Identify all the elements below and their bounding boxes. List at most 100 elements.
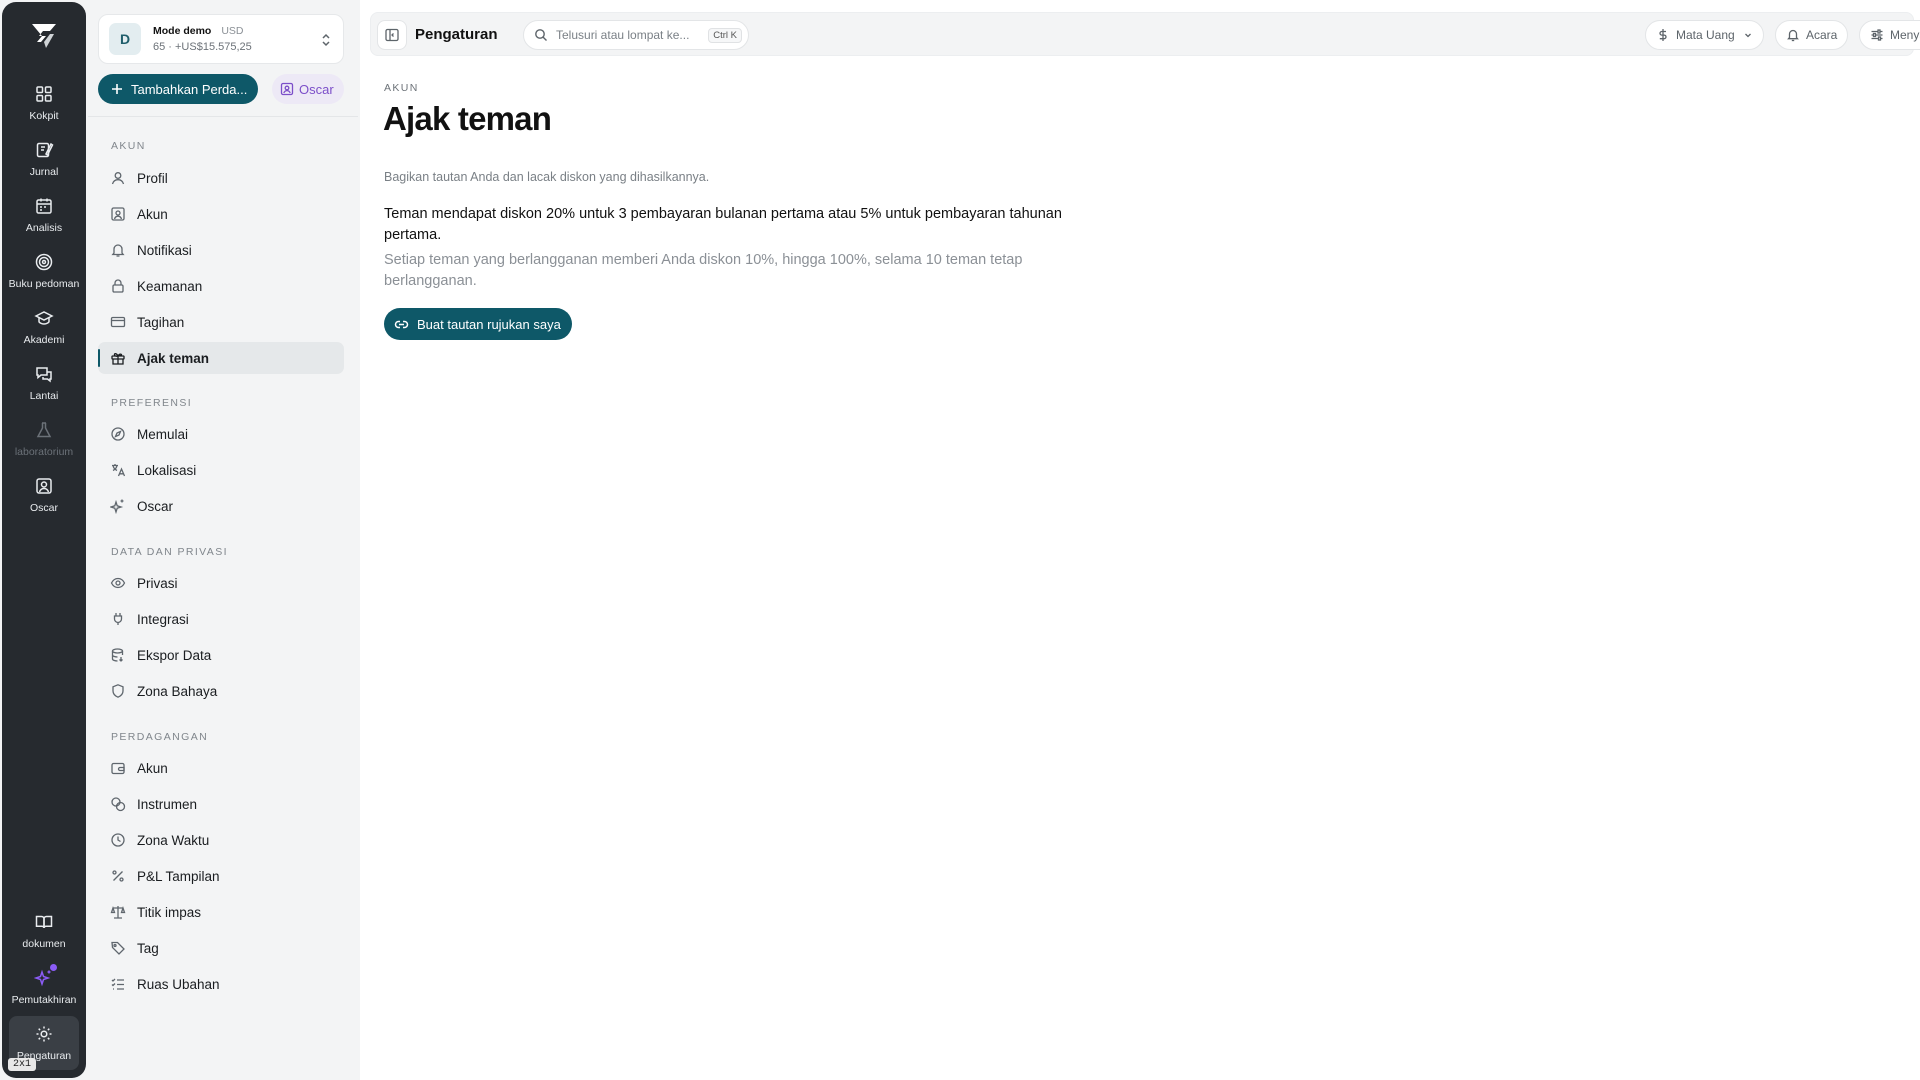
nav-item-akun-perdagangan[interactable]: Akun — [98, 752, 344, 784]
rail-label: Oscar — [29, 502, 58, 514]
search-input[interactable]: Telusuri atau lompat ke... Ctrl K — [523, 20, 749, 50]
calendar-icon — [34, 196, 54, 216]
nav-label: Instrumen — [137, 796, 198, 812]
nav-item-titik-impas[interactable]: Titik impas — [98, 896, 344, 928]
compass-icon — [110, 426, 126, 442]
currency-label: Mata Uang — [1676, 28, 1735, 42]
database-icon — [110, 647, 126, 663]
nav-item-ruas-ubahan[interactable]: Ruas Ubahan — [98, 968, 344, 1000]
user-icon — [110, 170, 126, 186]
create-referral-link-button[interactable]: Buat tautan rujukan saya — [384, 308, 572, 340]
chevron-up-down-icon — [319, 32, 333, 48]
graduation-cap-icon — [34, 308, 54, 328]
rail-item-laboratorium[interactable]: laboratorium — [2, 418, 86, 470]
divider — [88, 116, 358, 117]
avatar: D — [109, 23, 141, 55]
account-summary: 65 · +US$15.575,25 — [153, 41, 252, 53]
rail-item-lantai[interactable]: Lantai — [2, 362, 86, 414]
account-currency: USD — [221, 25, 244, 37]
page-section-title: Pengaturan — [415, 26, 498, 43]
filter-button[interactable]: Menyaring — [1859, 20, 1920, 50]
percent-icon — [110, 868, 126, 884]
rail-item-analisis[interactable]: Analisis — [2, 194, 86, 246]
rail-item-oscar[interactable]: Oscar — [2, 474, 86, 526]
nav-item-zona-waktu[interactable]: Zona Waktu — [98, 824, 344, 856]
add-trade-button[interactable]: Tambahkan Perda... — [98, 74, 258, 104]
top-bar: Pengaturan Telusuri atau lompat ke... Ct… — [370, 12, 1920, 56]
nav-item-integrasi[interactable]: Integrasi — [98, 603, 344, 635]
page-subtitle: Bagikan tautan Anda dan lacak diskon yan… — [384, 170, 710, 184]
account-mode-line: Mode demo USD — [153, 23, 252, 39]
nav-item-ajak-teman[interactable]: Ajak teman — [98, 342, 344, 374]
rail-item-dokumen[interactable]: dokumen — [2, 910, 86, 962]
nav-label: P&L Tampilan — [137, 868, 220, 884]
sidebar-toggle-icon — [384, 27, 400, 43]
breadcrumb: AKUN — [384, 82, 419, 94]
nav-item-zona-bahaya[interactable]: Zona Bahaya — [98, 675, 344, 707]
rail-label: Buku pedoman — [8, 278, 80, 290]
page-title: Ajak teman — [383, 100, 552, 137]
chat-icon — [34, 364, 54, 384]
app-logo-icon[interactable] — [28, 20, 60, 52]
nav-item-ekspor-data[interactable]: Ekspor Data — [98, 639, 344, 671]
nav-item-tagihan[interactable]: Tagihan — [98, 306, 344, 338]
gear-icon — [34, 1024, 54, 1044]
search-placeholder: Telusuri atau lompat ke... — [556, 28, 690, 42]
nav-item-lokalisasi[interactable]: Lokalisasi — [98, 454, 344, 486]
dashboard-icon — [34, 84, 54, 104]
section-title-preferensi: PREFERENSI — [111, 397, 193, 409]
bell-icon — [1786, 28, 1800, 42]
sidebar-toggle-button[interactable] — [377, 20, 407, 50]
nav-item-keamanan[interactable]: Keamanan — [98, 270, 344, 302]
rail-label: Akademi — [23, 334, 65, 346]
nav-label: Keamanan — [137, 278, 203, 294]
book-open-icon — [34, 912, 54, 932]
events-label: Acara — [1806, 28, 1838, 42]
chevron-down-icon — [1743, 30, 1753, 40]
nav-label: Notifikasi — [137, 242, 192, 258]
tag-icon — [110, 940, 126, 956]
checklist-icon — [110, 976, 126, 992]
app-rail: Kokpit Jurnal Analisis Buku pedoman Akad… — [2, 2, 86, 1078]
nav-item-notifikasi[interactable]: Notifikasi — [98, 234, 344, 266]
scale-icon — [110, 904, 126, 920]
nav-item-akun[interactable]: Akun — [98, 198, 344, 230]
nav-label: Akun — [137, 206, 168, 222]
rail-item-kokpit[interactable]: Kokpit — [2, 82, 86, 134]
bell-icon — [110, 242, 126, 258]
rail-item-buku-pedoman[interactable]: Buku pedoman — [2, 250, 86, 302]
nav-label: Integrasi — [137, 611, 189, 627]
nav-item-instrumen[interactable]: Instrumen — [98, 788, 344, 820]
search-icon — [534, 28, 548, 42]
nav-label: Oscar — [137, 498, 174, 514]
referral-offer-text: Teman mendapat diskon 20% untuk 3 pembay… — [384, 206, 1062, 243]
plus-icon — [110, 82, 124, 96]
account-switcher[interactable]: D Mode demo USD 65 · +US$15.575,25 — [98, 14, 344, 64]
notification-dot — [50, 964, 57, 971]
account-mode: Mode demo — [153, 25, 212, 37]
nav-label: Titik impas — [137, 904, 202, 920]
sparkles-icon — [110, 498, 126, 514]
nav-label: Profil — [137, 170, 168, 186]
nav-item-memulai[interactable]: Memulai — [98, 418, 344, 450]
section-title-data-dan-privasi: DATA DAN PRIVASI — [111, 546, 228, 558]
rail-label: laboratorium — [14, 446, 74, 458]
nav-item-pl-tampilan[interactable]: P&L Tampilan — [98, 860, 344, 892]
currency-dropdown[interactable]: Mata Uang — [1645, 20, 1764, 50]
events-button[interactable]: Acara — [1775, 20, 1849, 50]
nav-label: Privasi — [137, 575, 178, 591]
rail-item-jurnal[interactable]: Jurnal — [2, 138, 86, 190]
rail-label: Analisis — [25, 222, 63, 234]
rail-label: Lantai — [29, 390, 59, 402]
nav-item-privasi[interactable]: Privasi — [98, 567, 344, 599]
nav-item-oscar[interactable]: Oscar — [98, 490, 344, 522]
lock-icon — [110, 278, 126, 294]
rail-item-akademi[interactable]: Akademi — [2, 306, 86, 358]
nav-item-profil[interactable]: Profil — [98, 162, 344, 194]
contact-card-icon — [280, 82, 294, 96]
rail-label: Jurnal — [29, 166, 59, 178]
oscar-button[interactable]: Oscar — [272, 74, 344, 104]
nav-item-tag[interactable]: Tag — [98, 932, 344, 964]
create-referral-link-label: Buat tautan rujukan saya — [417, 316, 561, 332]
rail-item-pemutakhiran[interactable]: Pemutakhiran — [2, 964, 86, 1018]
